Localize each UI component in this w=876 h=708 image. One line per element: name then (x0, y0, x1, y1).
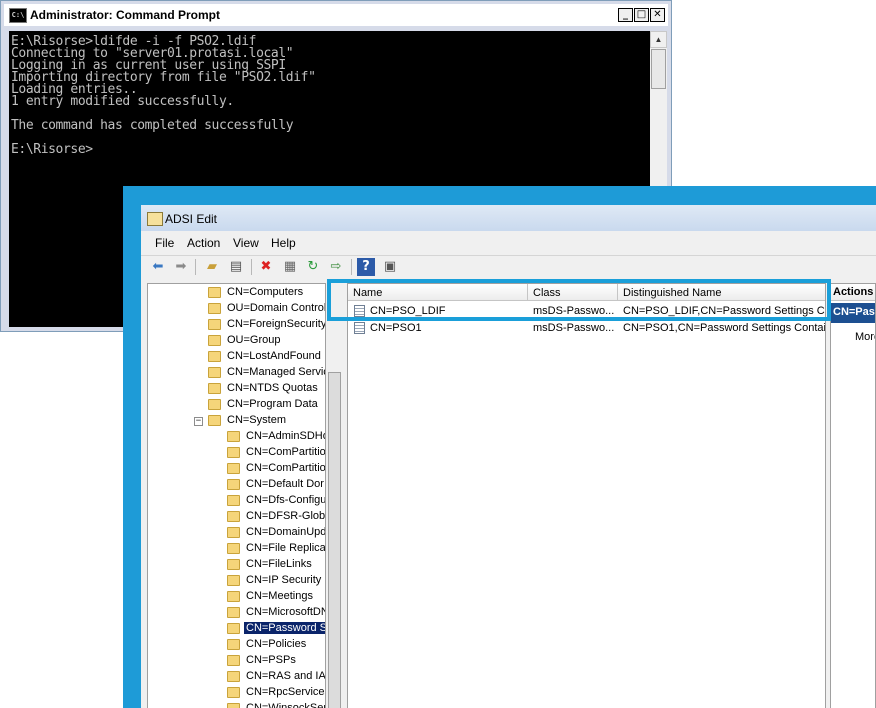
folder-icon (227, 639, 240, 650)
tree-pane[interactable]: CN=Computers OU=Domain Controll CN=Foreign… (147, 283, 326, 708)
folder-icon (227, 655, 240, 666)
scroll-thumb[interactable] (651, 49, 666, 89)
folder-icon (227, 671, 240, 682)
tree-item-label: CN=Program Data (227, 398, 318, 410)
tree-item-label: CN=IP Security (246, 574, 322, 586)
highlight-box (327, 279, 831, 321)
actions-section[interactable]: CN=Pas (831, 303, 875, 323)
folder-icon (208, 303, 221, 314)
tree-item-label: CN=LostAndFound (227, 350, 321, 362)
toolbar: ⬅ ➡ ▰ ▤ ✖ ▦ ↻ ⇨ ? ▣ (141, 255, 876, 280)
tree-item-label: CN=AdminSDHo (246, 430, 326, 442)
tree-item-label: CN=ComPartitio (246, 446, 326, 458)
tree-item-label: OU=Domain Controll (227, 302, 326, 314)
folder-icon (227, 703, 240, 708)
row-dn: CN=PSO1,CN=Password Settings Contai (623, 322, 825, 334)
forward-arrow-icon[interactable]: ➡ (172, 258, 190, 276)
up-folder-icon[interactable]: ▰ (203, 258, 221, 276)
tree-item-label: CN=System (227, 414, 286, 426)
tree-item-label: CN=Meetings (246, 590, 313, 602)
folder-icon (227, 575, 240, 586)
properties-icon[interactable]: ▦ (281, 258, 299, 276)
tree-item-label: CN=Policies (246, 638, 307, 650)
tree-scrollbar[interactable] (326, 283, 343, 708)
menu-action[interactable]: Action (187, 236, 220, 250)
tree-item-label: CN=Computers (227, 286, 304, 298)
tree-item-label: CN=PSPs (246, 654, 296, 666)
folder-icon (208, 415, 221, 426)
more-actions-link[interactable]: More (855, 331, 875, 343)
adsi-window-title: ADSI Edit (165, 212, 218, 226)
folder-icon (227, 511, 240, 522)
menu-bar: File Action View Help (141, 233, 876, 253)
show-hide-tree-icon[interactable]: ▤ (227, 258, 245, 276)
folder-icon (227, 527, 240, 538)
folder-icon (208, 335, 221, 346)
folder-icon (227, 495, 240, 506)
help-icon[interactable]: ? (357, 258, 375, 276)
console-icon: C:\ (9, 8, 27, 23)
cmd-window-title: Administrator: Command Prompt (30, 8, 221, 22)
scroll-up-arrow-icon[interactable]: ▲ (650, 31, 667, 48)
menu-help[interactable]: Help (271, 236, 296, 250)
folder-icon (227, 591, 240, 602)
row-name: CN=PSO1 (370, 322, 422, 334)
tree-item-label: CN=DFSR-Globa (246, 510, 326, 522)
tree-item-label: CN=Managed Servic (227, 366, 326, 378)
show-hide-action-pane-icon[interactable]: ▣ (381, 258, 399, 276)
tree-item-label: CN=RpcServices (246, 686, 326, 698)
folder-icon (227, 623, 240, 634)
tree-scroll-thumb[interactable] (328, 372, 341, 708)
delete-icon[interactable]: ✖ (257, 258, 275, 276)
close-button[interactable]: ✕ (650, 8, 665, 22)
tree-item-label: CN=Dfs-Configu (246, 494, 326, 506)
folder-icon (208, 287, 221, 298)
folder-icon (227, 463, 240, 474)
actions-header: Actions (831, 284, 875, 301)
adsi-app-icon (147, 212, 163, 226)
tree-item-label: CN=Password S (244, 622, 325, 634)
table-row[interactable]: CN=PSO1 msDS-Passwo... CN=PSO1,CN=Passwo… (348, 320, 825, 337)
menu-file[interactable]: File (155, 236, 174, 250)
tree-item-label: CN=File Replicat (246, 542, 326, 554)
cmd-title-bar[interactable]: C:\ Administrator: Command Prompt _ □ ✕ (4, 4, 668, 26)
collapse-icon[interactable]: − (194, 417, 203, 426)
folder-icon (208, 399, 221, 410)
folder-icon (227, 607, 240, 618)
refresh-icon[interactable]: ↻ (304, 258, 322, 276)
actions-pane: Actions CN=Pas More (830, 283, 876, 708)
folder-icon (227, 543, 240, 554)
folder-icon (227, 447, 240, 458)
results-list[interactable]: Name Class Distinguished Name CN=PSO_LDI… (347, 283, 826, 708)
back-arrow-icon[interactable]: ⬅ (149, 258, 167, 276)
tree-item-label: CN=ComPartitio (246, 462, 326, 474)
tree-item-label: OU=Group (227, 334, 281, 346)
export-list-icon[interactable]: ⇨ (327, 258, 345, 276)
tree-item-label: CN=WinsockSer (246, 702, 326, 708)
adsi-title-bar[interactable]: ADSI Edit (141, 205, 876, 231)
folder-icon (227, 431, 240, 442)
tree-item-label: CN=DomainUpd (246, 526, 326, 538)
tree-item-label: CN=RAS and IA (246, 670, 326, 682)
menu-view[interactable]: View (233, 236, 259, 250)
maximize-button[interactable]: □ (634, 8, 649, 22)
tree-item-label: CN=ForeignSecurity (227, 318, 326, 330)
minimize-button[interactable]: _ (618, 8, 633, 22)
tree-item-label: CN=Default Dor (246, 478, 324, 490)
folder-icon (208, 367, 221, 378)
folder-icon (227, 479, 240, 490)
tree-item-label: CN=NTDS Quotas (227, 382, 318, 394)
folder-icon (208, 351, 221, 362)
folder-icon (208, 319, 221, 330)
folder-icon (227, 687, 240, 698)
folder-icon (227, 559, 240, 570)
tree-item-label: CN=MicrosoftDN (246, 606, 326, 618)
console-text: E:\Risorse>ldifde -i -f PSO2.ldif Connec… (11, 34, 316, 157)
tree-item-label: CN=FileLinks (246, 558, 312, 570)
row-class: msDS-Passwo... (533, 322, 615, 334)
object-icon (354, 322, 365, 334)
folder-icon (208, 383, 221, 394)
